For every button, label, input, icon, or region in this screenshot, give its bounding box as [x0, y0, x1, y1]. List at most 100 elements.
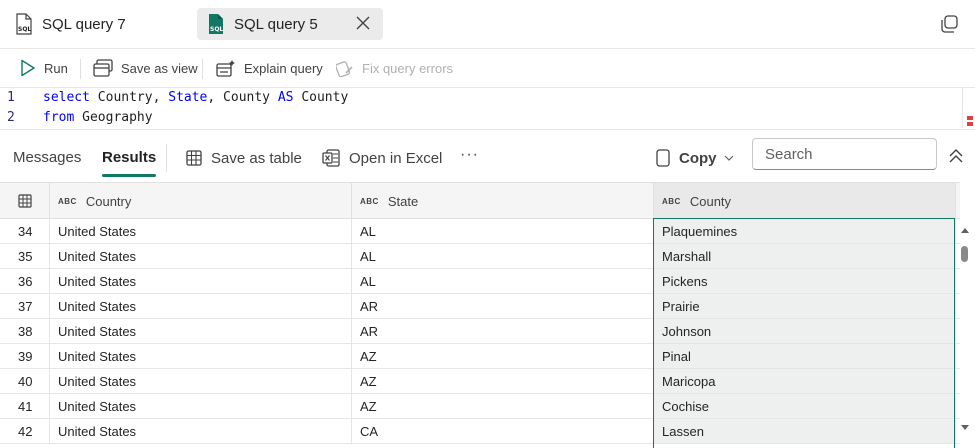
- code-line: 1 select Country, State, County AS Count…: [0, 88, 960, 108]
- row-number-cell[interactable]: 36: [0, 269, 50, 293]
- state-cell[interactable]: AR: [352, 319, 654, 343]
- table-row[interactable]: 42 United States CA Lassen: [0, 419, 960, 444]
- line-number: 2: [7, 110, 15, 125]
- search-input[interactable]: [752, 138, 937, 170]
- excel-icon: [322, 149, 340, 167]
- row-number-cell[interactable]: 42: [0, 419, 50, 443]
- country-cell[interactable]: United States: [50, 344, 352, 368]
- tab-sql-query-7[interactable]: SQL SQL query 7: [14, 8, 126, 40]
- column-header-state[interactable]: ABC State: [352, 183, 654, 219]
- country-cell[interactable]: United States: [50, 369, 352, 393]
- state-cell[interactable]: AL: [352, 244, 654, 268]
- country-cell[interactable]: United States: [50, 294, 352, 318]
- query-toolbar: Run Save as view Explain query Fix query…: [0, 49, 975, 88]
- country-cell[interactable]: United States: [50, 319, 352, 343]
- county-cell[interactable]: Marshall: [654, 244, 956, 268]
- text-type-icon: ABC: [58, 196, 77, 206]
- table-row[interactable]: 34 United States AL Plaquemines: [0, 219, 960, 244]
- editor-scrollbar[interactable]: [962, 88, 975, 128]
- state-cell[interactable]: AZ: [352, 344, 654, 368]
- tab-label: SQL query 7: [42, 15, 126, 33]
- county-cell[interactable]: Cochise: [654, 394, 956, 418]
- text-type-icon: ABC: [662, 196, 681, 206]
- divider: [166, 144, 167, 172]
- county-cell[interactable]: Prairie: [654, 294, 956, 318]
- county-cell[interactable]: Johnson: [654, 319, 956, 343]
- county-cell[interactable]: Pinal: [654, 344, 956, 368]
- line-number: 1: [7, 90, 15, 105]
- row-number-cell[interactable]: 39: [0, 344, 50, 368]
- tab-label: SQL query 5: [234, 15, 318, 33]
- save-as-view-button[interactable]: Save as view: [93, 57, 198, 79]
- fix-icon: [336, 61, 353, 77]
- country-cell[interactable]: United States: [50, 394, 352, 418]
- sql-file-icon: SQL: [16, 13, 32, 35]
- tab-sql-query-5[interactable]: SQL SQL query 5: [197, 8, 383, 40]
- table-row[interactable]: 37 United States AR Prairie: [0, 294, 960, 319]
- svg-text:SQL: SQL: [210, 26, 223, 33]
- tab-bar: SQL SQL query 7 SQL SQL query 5: [0, 0, 975, 49]
- tab-messages[interactable]: Messages: [13, 149, 81, 166]
- state-cell[interactable]: AL: [352, 269, 654, 293]
- row-number-cell[interactable]: 37: [0, 294, 50, 318]
- grid-header: ABC Country ABC State ABC County: [0, 182, 960, 219]
- fix-query-errors-button[interactable]: Fix query errors: [336, 57, 453, 79]
- grid-icon: [17, 194, 32, 208]
- error-marker: [967, 116, 973, 120]
- select-all-cell[interactable]: [0, 183, 50, 219]
- run-button[interactable]: Run: [20, 57, 68, 79]
- error-marker: [967, 122, 973, 126]
- chevron-down-icon: [724, 155, 733, 161]
- play-icon: [21, 59, 35, 77]
- country-cell[interactable]: United States: [50, 219, 352, 243]
- chevron-double-up-icon[interactable]: [947, 147, 965, 165]
- state-cell[interactable]: AR: [352, 294, 654, 318]
- scroll-down-icon[interactable]: [957, 422, 973, 434]
- country-cell[interactable]: United States: [50, 419, 352, 443]
- table-row[interactable]: 39 United States AZ Pinal: [0, 344, 960, 369]
- save-as-table-button[interactable]: Save as table: [186, 146, 302, 170]
- open-in-excel-button[interactable]: Open in Excel: [322, 146, 442, 170]
- divider: [202, 59, 203, 79]
- column-header-country[interactable]: ABC Country: [50, 183, 352, 219]
- state-cell[interactable]: AZ: [352, 369, 654, 393]
- grid-scrollbar[interactable]: [957, 222, 973, 448]
- code-text: select Country, State, County AS County: [43, 90, 349, 105]
- county-cell[interactable]: Lassen: [654, 419, 956, 443]
- explain-query-button[interactable]: Explain query: [216, 57, 323, 79]
- scrollbar-thumb[interactable]: [961, 246, 968, 262]
- row-number-cell[interactable]: 40: [0, 369, 50, 393]
- table-row[interactable]: 35 United States AL Marshall: [0, 244, 960, 269]
- sql-editor[interactable]: 1 select Country, State, County AS Count…: [0, 88, 975, 128]
- column-header-county[interactable]: ABC County: [654, 183, 956, 219]
- table-row[interactable]: 41 United States AZ Cochise: [0, 394, 960, 419]
- row-number-cell[interactable]: 35: [0, 244, 50, 268]
- county-cell[interactable]: Maricopa: [654, 369, 956, 393]
- county-cell[interactable]: Plaquemines: [654, 219, 956, 243]
- row-number-cell[interactable]: 41: [0, 394, 50, 418]
- tab-results[interactable]: Results: [102, 149, 157, 177]
- country-cell[interactable]: United States: [50, 269, 352, 293]
- table-icon: [186, 150, 202, 166]
- table-row[interactable]: 38 United States AR Johnson: [0, 319, 960, 344]
- state-cell[interactable]: AL: [352, 219, 654, 243]
- close-icon[interactable]: [355, 15, 371, 31]
- country-cell[interactable]: United States: [50, 244, 352, 268]
- row-number-cell[interactable]: 34: [0, 219, 50, 243]
- code-text: from Geography: [43, 110, 153, 125]
- county-cell[interactable]: Pickens: [654, 269, 956, 293]
- state-cell[interactable]: CA: [352, 419, 654, 443]
- table-row[interactable]: 40 United States AZ Maricopa: [0, 369, 960, 394]
- table-row[interactable]: 36 United States AL Pickens: [0, 269, 960, 294]
- text-type-icon: ABC: [360, 196, 379, 206]
- svg-text:SQL: SQL: [18, 26, 31, 33]
- code-line: 2 from Geography: [0, 108, 960, 128]
- copy-window-icon[interactable]: [939, 14, 959, 34]
- sql-file-icon: SQL: [209, 14, 223, 34]
- scroll-up-icon[interactable]: [957, 224, 973, 236]
- copy-button[interactable]: Copy: [656, 146, 743, 170]
- state-cell[interactable]: AZ: [352, 394, 654, 418]
- row-number-cell[interactable]: 38: [0, 319, 50, 343]
- more-options-button[interactable]: ···: [460, 143, 479, 167]
- results-toolbar: Messages Results Save as table Open in E…: [0, 129, 975, 183]
